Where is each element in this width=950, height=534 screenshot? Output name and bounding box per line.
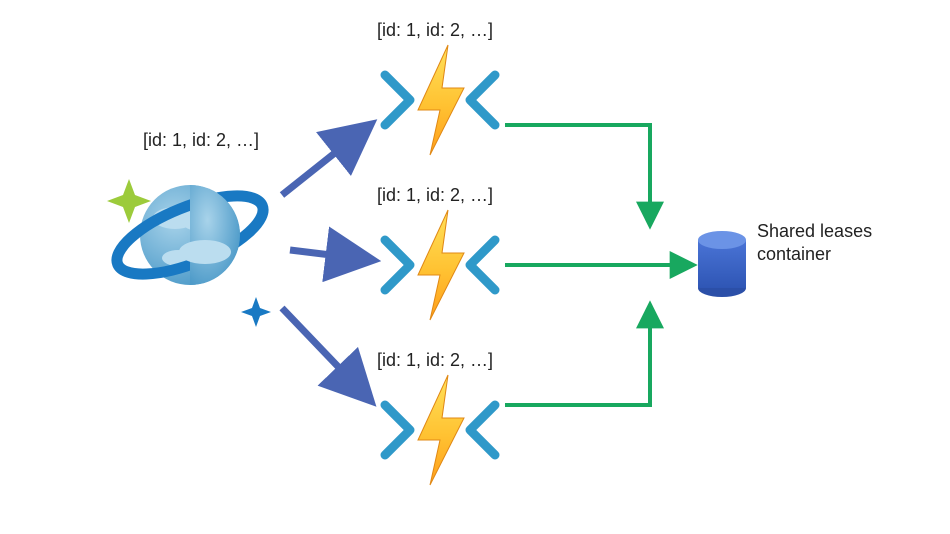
function-3-label: [id: 1, id: 2, …] (377, 350, 493, 371)
function-2-label: [id: 1, id: 2, …] (377, 185, 493, 206)
azure-function-icon (385, 375, 495, 485)
change-feed-arrows (282, 125, 372, 400)
lease-arrows (505, 125, 693, 405)
arrow-green (505, 305, 650, 405)
arrow-blue (290, 250, 372, 260)
arrow-green (505, 125, 650, 225)
arrow-blue (282, 308, 370, 400)
source-label: [id: 1, id: 2, …] (143, 130, 259, 151)
database-icon (698, 231, 746, 297)
arrow-blue (282, 125, 370, 195)
sparkle-icon (107, 179, 151, 223)
diagram-canvas (0, 0, 950, 534)
azure-function-icon (385, 210, 495, 320)
azure-function-icon (385, 45, 495, 155)
function-1-label: [id: 1, id: 2, …] (377, 20, 493, 41)
sparkle-icon (241, 297, 271, 327)
database-label: Shared leases container (757, 220, 950, 265)
cosmos-db-icon (107, 179, 273, 327)
